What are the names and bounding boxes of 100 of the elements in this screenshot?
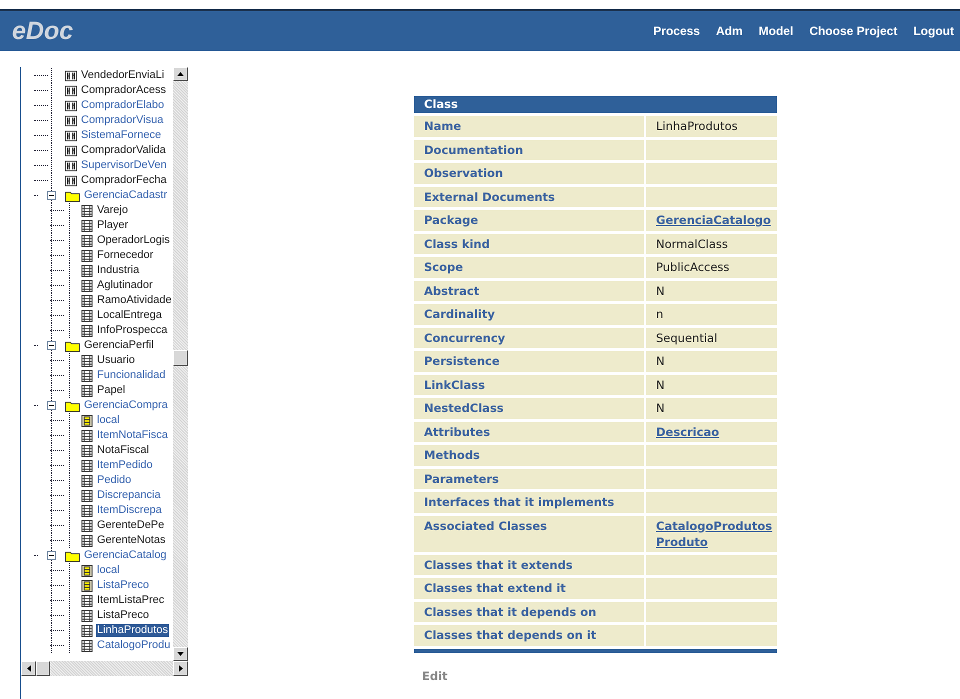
table-icon xyxy=(81,204,93,216)
tree-item[interactable]: ItemListaPrec xyxy=(96,594,166,607)
logo: eDoc xyxy=(12,16,74,46)
table-icon xyxy=(81,430,93,442)
table-icon xyxy=(81,310,93,322)
tree-item[interactable]: GerenciaCadastr xyxy=(83,189,168,202)
tree-item[interactable]: InfoProspecca xyxy=(96,324,168,337)
table-icon xyxy=(81,250,93,262)
property-label: External Documents xyxy=(414,186,646,207)
tree-item[interactable]: CatalogoProdu xyxy=(96,639,172,652)
tree-item[interactable]: Pedido xyxy=(96,474,132,487)
value-link[interactable]: GerenciaCatalogo xyxy=(656,213,771,227)
tree-item[interactable]: Discrepancia xyxy=(96,489,162,502)
scroll-thumb[interactable] xyxy=(36,661,50,676)
tree-item[interactable]: LinhaProdutos xyxy=(96,624,169,637)
table-icon xyxy=(81,264,93,276)
down-arrow-icon xyxy=(177,652,184,656)
scroll-up-button[interactable] xyxy=(173,67,188,81)
table-icon xyxy=(81,354,93,366)
tree-item[interactable]: ListaPreco xyxy=(96,579,150,592)
tree-item[interactable]: CompradorVisua xyxy=(80,114,164,127)
table-icon xyxy=(81,370,93,382)
bars-icon xyxy=(65,114,77,126)
scroll-thumb[interactable] xyxy=(173,350,188,366)
tree-item[interactable]: Papel xyxy=(96,384,126,397)
property-value: N xyxy=(656,378,666,392)
table-icon xyxy=(81,534,93,546)
edit-link[interactable]: Edit xyxy=(422,668,448,682)
tree-item[interactable]: local xyxy=(96,414,121,427)
collapse-toggle[interactable] xyxy=(47,191,56,200)
tree-item[interactable]: GerenciaCompra xyxy=(83,399,169,412)
table-icon xyxy=(81,444,93,456)
collapse-toggle[interactable] xyxy=(47,551,56,560)
property-label: Classes that it extends xyxy=(414,554,646,575)
tree-item[interactable]: Usuario xyxy=(96,354,136,367)
property-value: PublicAccess xyxy=(656,260,730,274)
tree-item[interactable]: VendedorEnviaLi xyxy=(80,69,166,82)
tree-item[interactable]: Player xyxy=(96,219,130,232)
tree-item[interactable]: SupervisorDeVen xyxy=(80,159,168,172)
horizontal-scrollbar[interactable] xyxy=(21,661,188,676)
collapse-toggle[interactable] xyxy=(47,341,56,350)
tree-item[interactable]: RamoAtividade xyxy=(96,294,173,307)
tree-item[interactable]: NotaFiscal xyxy=(96,444,150,457)
tree-item[interactable]: GerenteDePe xyxy=(96,519,166,532)
scroll-down-button[interactable] xyxy=(173,647,188,661)
tree-item[interactable]: GerenciaCatalog xyxy=(83,549,168,562)
tree-item[interactable]: SistemaFornece xyxy=(80,129,162,142)
property-label: Name xyxy=(414,116,646,136)
tree-item[interactable]: Varejo xyxy=(96,204,129,217)
property-label: Scope xyxy=(414,257,646,278)
table-icon xyxy=(81,234,93,246)
value-link[interactable]: Descricao xyxy=(656,424,767,438)
tree-item[interactable]: ItemPedido xyxy=(96,459,154,472)
nav-link[interactable]: Model xyxy=(748,24,800,38)
folder-icon xyxy=(65,550,80,562)
property-value: N xyxy=(656,401,666,415)
property-label: NestedClass xyxy=(414,398,646,418)
tree-item[interactable]: local xyxy=(96,564,121,577)
tree-item[interactable]: Aglutinador xyxy=(96,279,154,292)
value-link[interactable]: Produto xyxy=(656,534,772,548)
property-label: Methods xyxy=(414,445,646,466)
right-arrow-icon xyxy=(178,665,182,672)
tree-item[interactable]: Industria xyxy=(96,264,140,277)
table-icon xyxy=(81,324,93,336)
nav-link[interactable]: Process xyxy=(643,24,706,38)
table-icon xyxy=(81,384,93,396)
table-icon xyxy=(81,520,93,532)
tree-item[interactable]: CompradorElabo xyxy=(80,99,166,112)
nav-link[interactable]: Logout xyxy=(903,24,960,38)
table-icon xyxy=(81,640,93,652)
property-label: LinkClass xyxy=(414,374,646,395)
bars-icon xyxy=(65,130,77,142)
property-label: Documentation xyxy=(414,140,646,160)
tree-item[interactable]: GerenteNotas xyxy=(96,534,166,547)
property-value: Sequential xyxy=(656,330,718,344)
tree-item[interactable]: ListaPreco xyxy=(96,609,150,622)
tree-item[interactable]: ItemDiscrepa xyxy=(96,504,163,517)
table-icon xyxy=(81,504,93,516)
tree-item[interactable]: CompradorAcess xyxy=(80,84,167,97)
nav-link[interactable]: Choose Project xyxy=(799,24,904,38)
scroll-left-button[interactable] xyxy=(21,661,36,676)
vertical-scrollbar[interactable] xyxy=(173,67,188,661)
bars-icon xyxy=(65,70,77,82)
tree-item[interactable]: LocalEntrega xyxy=(96,309,163,322)
property-label: Parameters xyxy=(414,468,646,489)
tree-item[interactable]: OperadorLogis xyxy=(96,234,171,247)
nav-link[interactable]: Adm xyxy=(706,24,749,38)
folder-icon xyxy=(65,400,80,412)
scroll-right-button[interactable] xyxy=(173,661,188,676)
tree-item[interactable]: Funcionalidad xyxy=(96,369,166,382)
tree-item[interactable]: Fornecedor xyxy=(96,249,154,262)
property-label: Interfaces that it implements xyxy=(414,492,646,512)
property-value: LinhaProdutos xyxy=(656,119,739,133)
tree-item[interactable]: CompradorFecha xyxy=(80,174,168,187)
up-arrow-icon xyxy=(177,72,184,76)
tree-item[interactable]: ItemNotaFisca xyxy=(96,429,169,442)
collapse-toggle[interactable] xyxy=(47,401,56,410)
value-link[interactable]: CatalogoProdutos xyxy=(656,518,772,532)
tree-item[interactable]: CompradorValida xyxy=(80,144,167,157)
tree-item[interactable]: GerenciaPerfil xyxy=(83,339,155,352)
